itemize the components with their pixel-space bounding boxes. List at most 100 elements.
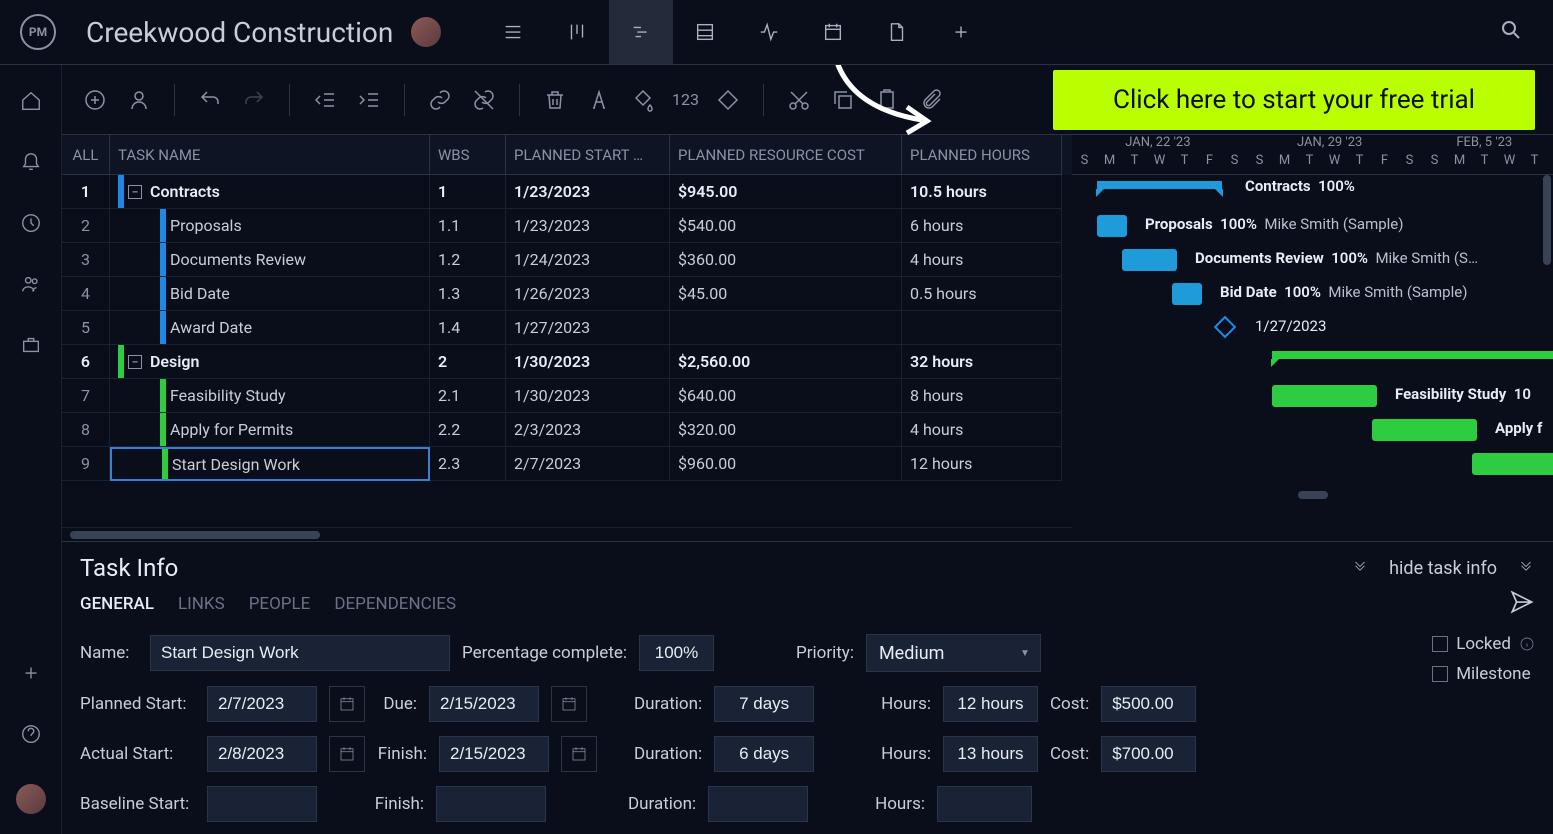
paste-icon[interactable] bbox=[872, 85, 902, 115]
fill-icon[interactable] bbox=[628, 85, 658, 115]
task-row[interactable]: 6−Design21/30/2023$2,560.0032 hours bbox=[62, 345, 1072, 379]
view-board-icon[interactable] bbox=[545, 0, 609, 64]
grid-horizontal-scrollbar[interactable] bbox=[62, 527, 1072, 541]
outdent-icon[interactable] bbox=[310, 85, 340, 115]
clock-icon[interactable] bbox=[20, 212, 42, 238]
gantt-bar[interactable] bbox=[1172, 283, 1202, 305]
gantt-vertical-scrollbar[interactable] bbox=[1543, 175, 1551, 265]
chevron-down-icon[interactable] bbox=[1517, 559, 1535, 577]
gantt-summary-bar[interactable] bbox=[1272, 351, 1553, 359]
planned-start-input[interactable] bbox=[207, 686, 317, 722]
sidebar-avatar[interactable] bbox=[16, 784, 46, 814]
actual-finish-input[interactable] bbox=[439, 736, 549, 772]
collapse-toggle-icon[interactable]: − bbox=[128, 185, 142, 199]
task-row[interactable]: 9Start Design Work2.32/7/2023$960.0012 h… bbox=[62, 447, 1072, 481]
column-planned-cost[interactable]: PLANNED RESOURCE COST bbox=[670, 135, 902, 175]
view-gantt-icon[interactable] bbox=[609, 0, 673, 64]
planned-cost-input[interactable] bbox=[1101, 686, 1196, 722]
home-icon[interactable] bbox=[20, 90, 42, 116]
search-icon[interactable] bbox=[1499, 18, 1523, 46]
gantt-horizontal-scrollbar[interactable] bbox=[1072, 485, 1553, 499]
task-row[interactable]: 8Apply for Permits2.22/3/2023$320.004 ho… bbox=[62, 413, 1072, 447]
people-icon[interactable] bbox=[20, 273, 42, 299]
column-task-name[interactable]: TASK NAME bbox=[110, 135, 430, 175]
actual-duration-input[interactable] bbox=[714, 736, 814, 772]
view-activity-icon[interactable] bbox=[737, 0, 801, 64]
column-planned-start[interactable]: PLANNED START … bbox=[506, 135, 670, 175]
actual-hours-input[interactable] bbox=[943, 736, 1038, 772]
actual-cost-input[interactable] bbox=[1101, 736, 1196, 772]
view-file-icon[interactable] bbox=[865, 0, 929, 64]
baseline-start-input[interactable] bbox=[207, 786, 317, 822]
gantt-milestone[interactable] bbox=[1214, 316, 1237, 339]
view-list-icon[interactable] bbox=[481, 0, 545, 64]
undo-icon[interactable] bbox=[195, 85, 225, 115]
user-avatar[interactable] bbox=[411, 17, 441, 47]
cut-icon[interactable] bbox=[784, 85, 814, 115]
help-icon[interactable] bbox=[20, 723, 42, 749]
gantt-bar[interactable] bbox=[1372, 419, 1477, 441]
notifications-icon[interactable] bbox=[20, 151, 42, 177]
redo-icon[interactable] bbox=[239, 85, 269, 115]
briefcase-icon[interactable] bbox=[20, 334, 42, 360]
name-input[interactable] bbox=[150, 635, 450, 671]
task-row[interactable]: 2Proposals1.11/23/2023$540.006 hours bbox=[62, 209, 1072, 243]
column-all[interactable]: ALL bbox=[62, 135, 110, 175]
chevron-down-icon[interactable] bbox=[1351, 559, 1369, 577]
gantt-bar[interactable] bbox=[1122, 249, 1177, 271]
tab-people[interactable]: PEOPLE bbox=[249, 594, 311, 614]
link-icon[interactable] bbox=[425, 85, 455, 115]
view-calendar-icon[interactable] bbox=[801, 0, 865, 64]
attachment-icon[interactable] bbox=[916, 85, 946, 115]
gantt-bar[interactable] bbox=[1097, 215, 1127, 237]
delete-icon[interactable] bbox=[540, 85, 570, 115]
baseline-hours-input[interactable] bbox=[937, 786, 1032, 822]
view-sheet-icon[interactable] bbox=[673, 0, 737, 64]
calendar-icon[interactable] bbox=[329, 736, 365, 772]
calendar-icon[interactable] bbox=[329, 686, 365, 722]
tab-dependencies[interactable]: DEPENDENCIES bbox=[334, 594, 456, 614]
task-row[interactable]: 7Feasibility Study2.11/30/2023$640.008 h… bbox=[62, 379, 1072, 413]
view-tabs bbox=[481, 0, 993, 64]
task-row[interactable]: 5Award Date1.41/27/2023 bbox=[62, 311, 1072, 345]
planned-duration-input[interactable] bbox=[714, 686, 814, 722]
send-icon[interactable] bbox=[1509, 589, 1535, 619]
task-row[interactable]: 4Bid Date1.31/26/2023$45.000.5 hours bbox=[62, 277, 1072, 311]
gantt-bar[interactable] bbox=[1272, 385, 1377, 407]
column-wbs[interactable]: WBS bbox=[430, 135, 506, 175]
copy-icon[interactable] bbox=[828, 85, 858, 115]
due-input[interactable] bbox=[429, 686, 539, 722]
add-task-icon[interactable] bbox=[80, 85, 110, 115]
info-icon[interactable] bbox=[1519, 636, 1535, 652]
pct-input[interactable] bbox=[639, 635, 714, 671]
assign-person-icon[interactable] bbox=[124, 85, 154, 115]
calendar-icon[interactable] bbox=[551, 686, 587, 722]
tab-general[interactable]: GENERAL bbox=[80, 594, 154, 614]
gantt-bar[interactable] bbox=[1472, 453, 1553, 475]
tab-links[interactable]: LINKS bbox=[178, 594, 225, 614]
collapse-toggle-icon[interactable]: − bbox=[128, 355, 142, 369]
actual-start-input[interactable] bbox=[207, 736, 317, 772]
cta-banner[interactable]: Click here to start your free trial bbox=[1053, 70, 1535, 130]
task-row[interactable]: 1−Contracts11/23/2023$945.0010.5 hours bbox=[62, 175, 1072, 209]
gantt-summary-bar[interactable] bbox=[1097, 181, 1222, 189]
finish-label: Finish: bbox=[377, 744, 427, 764]
priority-select[interactable]: Medium bbox=[866, 634, 1041, 672]
indent-icon[interactable] bbox=[354, 85, 384, 115]
locked-checkbox[interactable]: Locked bbox=[1432, 634, 1535, 654]
milestone-diamond-icon[interactable] bbox=[713, 85, 743, 115]
task-row[interactable]: 3Documents Review1.21/24/2023$360.004 ho… bbox=[62, 243, 1072, 277]
app-logo[interactable]: PM bbox=[20, 14, 56, 50]
milestone-checkbox[interactable]: Milestone bbox=[1432, 664, 1535, 684]
unlink-icon[interactable] bbox=[469, 85, 499, 115]
baseline-finish-input[interactable] bbox=[436, 786, 546, 822]
column-planned-hours[interactable]: PLANNED HOURS bbox=[902, 135, 1062, 175]
baseline-duration-input[interactable] bbox=[708, 786, 808, 822]
number-format-icon[interactable]: 123 bbox=[672, 90, 699, 109]
planned-hours-input[interactable] bbox=[943, 686, 1038, 722]
add-icon[interactable] bbox=[20, 662, 42, 688]
font-icon[interactable] bbox=[584, 85, 614, 115]
hide-task-info-link[interactable]: hide task info bbox=[1389, 558, 1497, 579]
calendar-icon[interactable] bbox=[561, 736, 597, 772]
view-add-icon[interactable] bbox=[929, 0, 993, 64]
